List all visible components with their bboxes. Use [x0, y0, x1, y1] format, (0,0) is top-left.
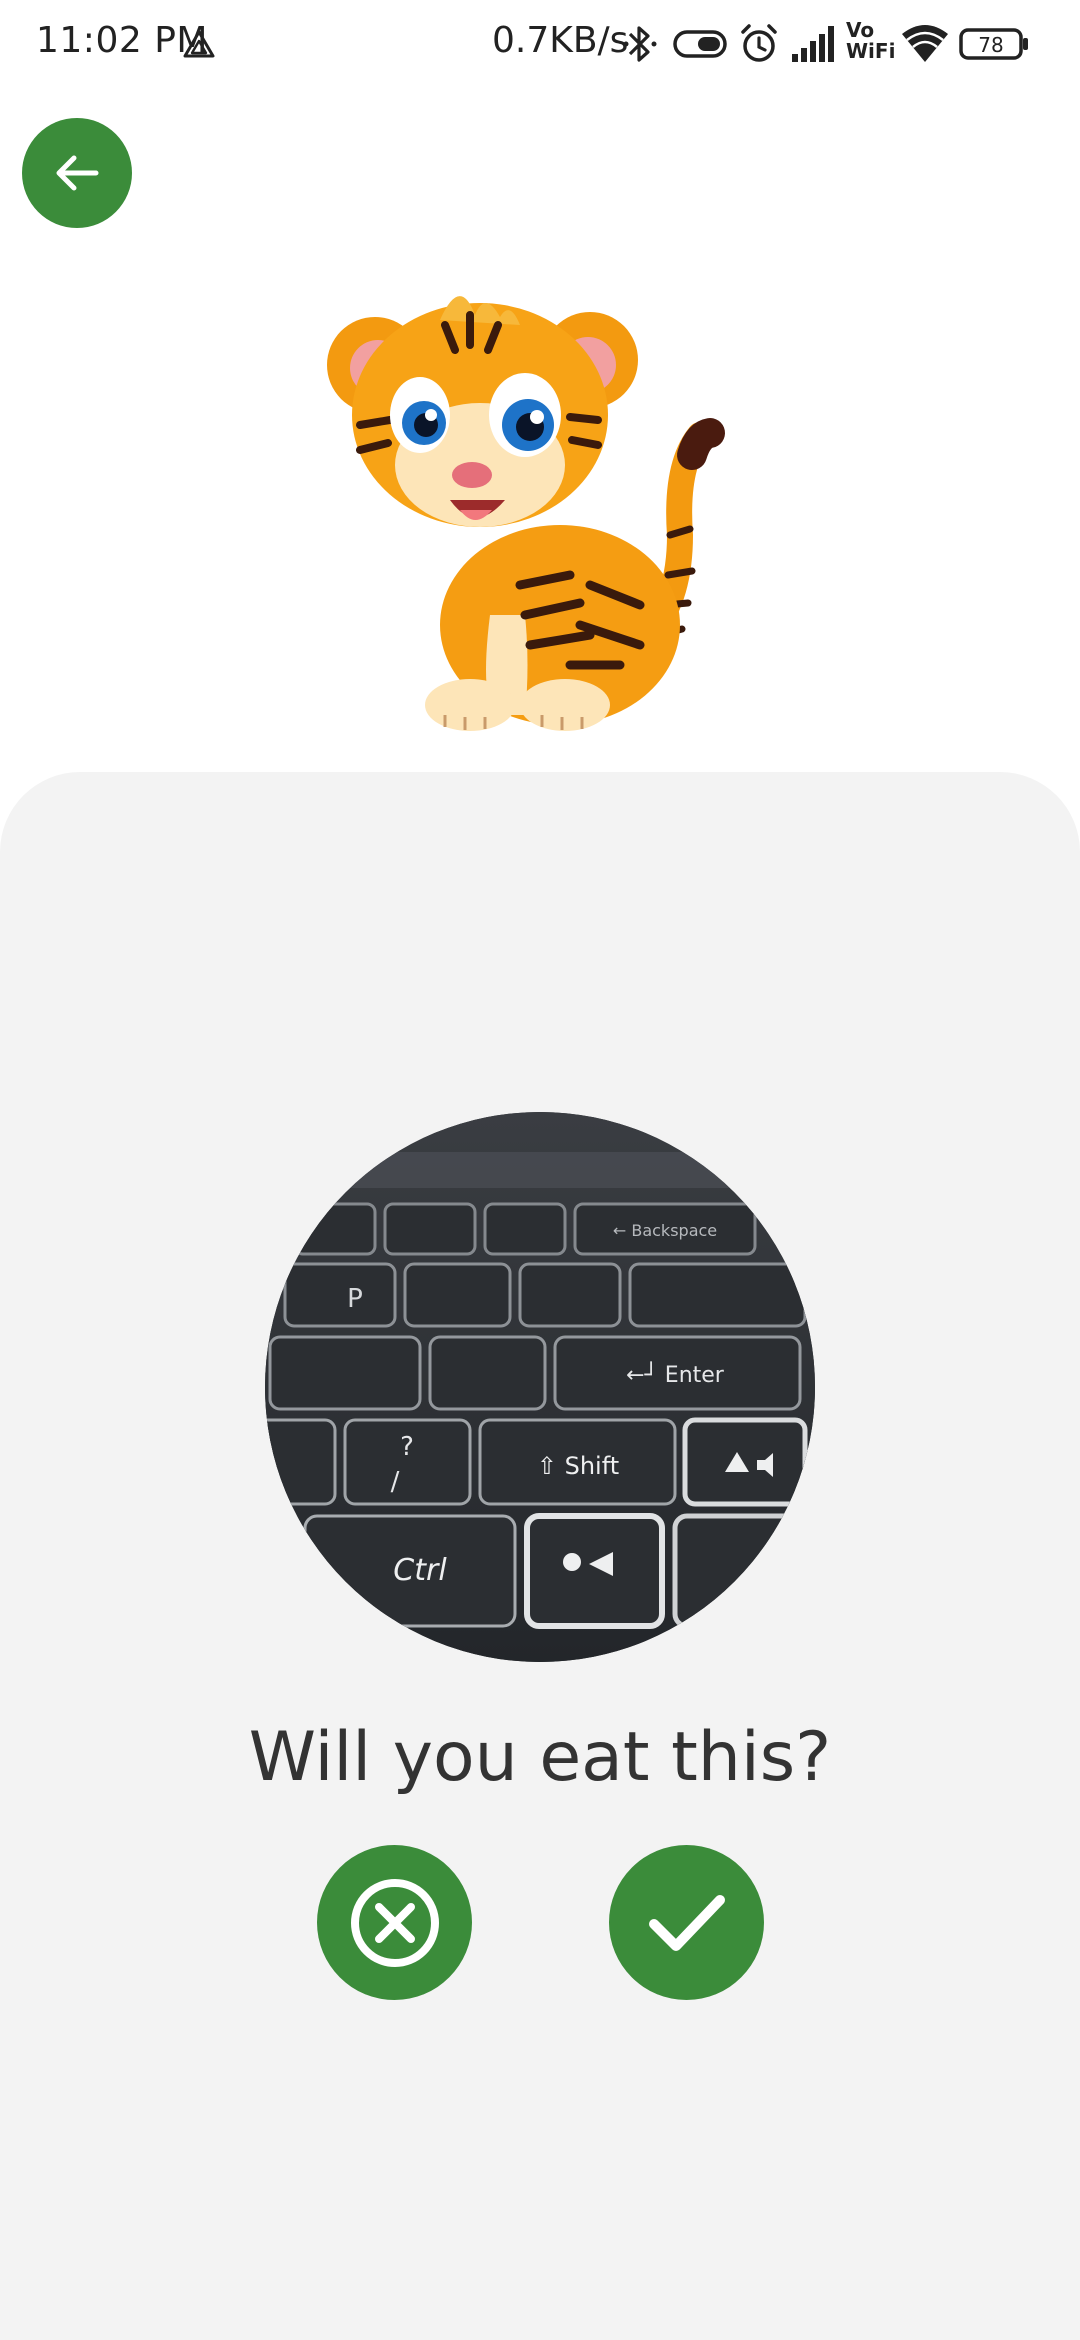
keyboard-photo: ← Backspace P ←┘ Enter ? / ⇧ Shift Ctrl [265, 1112, 815, 1662]
bluetooth-icon [623, 26, 657, 62]
yes-button[interactable] [609, 1845, 764, 2000]
food-photo: ← Backspace P ←┘ Enter ? / ⇧ Shift Ctrl [265, 1112, 815, 1662]
check-icon [648, 1894, 725, 1951]
no-button[interactable] [317, 1845, 472, 2000]
wifi-icon [902, 25, 948, 62]
battery-icon: 78 [959, 28, 1028, 60]
vowifi-icon: Vo WiFi [846, 18, 896, 64]
slash-key-label: / [391, 1467, 400, 1497]
backspace-key-label: ← Backspace [613, 1221, 717, 1240]
alarm-icon [741, 24, 777, 62]
back-button[interactable] [22, 118, 132, 228]
circle-x-icon [350, 1878, 439, 1967]
question-key-label: ? [400, 1432, 414, 1462]
tiger-cub-image [327, 296, 725, 731]
drive-icon [183, 30, 215, 58]
shift-key-label: ⇧ Shift [537, 1452, 619, 1480]
vowifi-top-label: Vo [846, 18, 875, 42]
cell-signal-icon [792, 26, 834, 62]
enter-key-label: ←┘ Enter [626, 1361, 725, 1388]
status-bar: 11:02 PM 0.7KB/s Vo WiFi 78 [0, 0, 1080, 90]
ctrl-key-label: Ctrl [393, 1553, 447, 1588]
battery-level: 78 [978, 33, 1003, 57]
vpn-key-icon [673, 30, 727, 58]
question-text: Will you eat this? [248, 1718, 832, 1797]
vowifi-bottom-label: WiFi [846, 39, 896, 63]
arrow-left-icon [56, 155, 99, 191]
p-key-label: P [347, 1284, 363, 1314]
network-speed: 0.7KB/s [492, 20, 629, 61]
